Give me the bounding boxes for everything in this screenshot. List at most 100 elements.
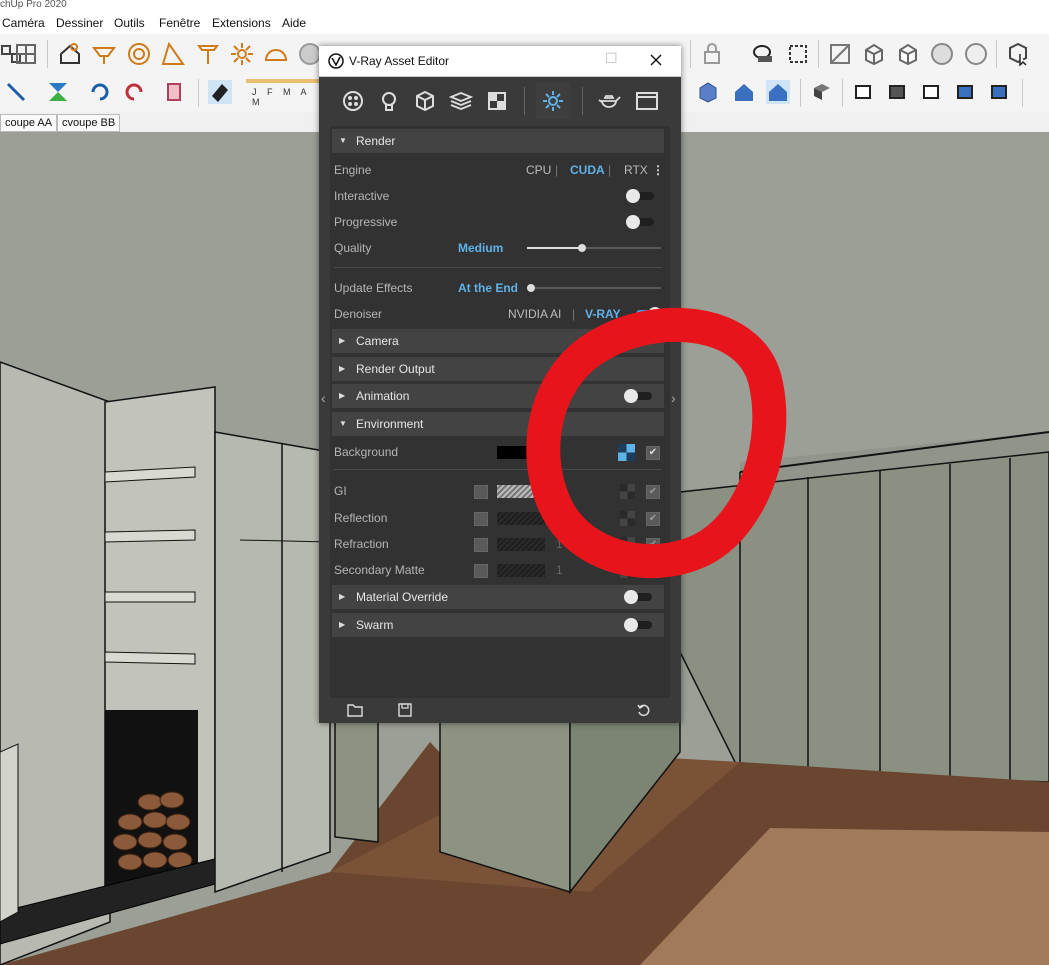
refraction-checkbox[interactable]: ✔ bbox=[646, 538, 660, 552]
progressive-toggle[interactable] bbox=[626, 215, 656, 229]
wireframe-icon[interactable] bbox=[862, 42, 886, 66]
gi-texture-slot[interactable] bbox=[497, 485, 545, 498]
environment-section-header[interactable]: ▼ Environment bbox=[332, 412, 664, 436]
menu-extensions[interactable]: Extensions bbox=[212, 16, 271, 30]
denoiser-nvidia-ai[interactable]: NVIDIA AI bbox=[508, 302, 561, 326]
dome-light-icon[interactable] bbox=[264, 42, 288, 66]
house-selected-icon[interactable] bbox=[766, 80, 790, 104]
render-output-section-header[interactable]: ▶ Render Output bbox=[332, 357, 664, 381]
materials-tab-icon[interactable] bbox=[341, 89, 365, 113]
update-effects-slider-handle[interactable] bbox=[527, 284, 535, 292]
rotate-icon[interactable] bbox=[88, 80, 112, 104]
refraction-override-checkbox[interactable] bbox=[474, 538, 488, 552]
refraction-texture-icon[interactable] bbox=[620, 537, 635, 552]
background-checkbox[interactable]: ✔ bbox=[646, 446, 660, 460]
textures-tab-icon[interactable] bbox=[485, 89, 509, 113]
secondary-matte-override-checkbox[interactable] bbox=[474, 564, 488, 578]
refraction-texture-slot[interactable] bbox=[497, 538, 545, 551]
reflection-override-checkbox[interactable] bbox=[474, 512, 488, 526]
left-view-icon[interactable] bbox=[988, 80, 1012, 104]
material-override-section-header[interactable]: ▶ Material Override bbox=[332, 585, 664, 609]
top-view-icon[interactable] bbox=[852, 80, 876, 104]
house-blue-icon[interactable] bbox=[732, 80, 756, 104]
expand-right-chevron-icon[interactable]: › bbox=[671, 390, 676, 406]
denoiser-toggle[interactable] bbox=[632, 307, 662, 321]
box-blue-icon[interactable] bbox=[696, 80, 720, 104]
close-icon[interactable] bbox=[650, 54, 662, 66]
swarm-section-header[interactable]: ▶ Swarm bbox=[332, 613, 664, 637]
menu-tools[interactable]: Outils bbox=[114, 16, 145, 30]
render-elements-tab-icon[interactable] bbox=[449, 89, 473, 113]
settings-gear-icon[interactable] bbox=[541, 89, 565, 113]
secondary-matte-texture-icon[interactable] bbox=[620, 563, 635, 578]
menu-window[interactable]: Fenêtre bbox=[159, 16, 200, 30]
background-color-swatch[interactable] bbox=[497, 446, 547, 459]
section-plane-icon[interactable] bbox=[752, 42, 776, 66]
menu-draw[interactable]: Dessiner bbox=[56, 16, 103, 30]
open-folder-icon[interactable] bbox=[347, 703, 363, 717]
background-texture-icon[interactable] bbox=[618, 444, 635, 461]
follow-me-icon[interactable] bbox=[46, 80, 70, 104]
reset-icon[interactable] bbox=[637, 703, 651, 717]
denoiser-vray[interactable]: V-RAY bbox=[585, 302, 621, 326]
menu-help[interactable]: Aide bbox=[282, 16, 306, 30]
flip-icon[interactable] bbox=[122, 80, 146, 104]
reflection-texture-icon[interactable] bbox=[620, 511, 635, 526]
lock-icon[interactable] bbox=[700, 42, 724, 66]
scene-tab-coupe-aa[interactable]: coupe AA bbox=[0, 114, 58, 132]
shadow-month-slider[interactable]: J F M A M bbox=[246, 79, 320, 107]
more-options-icon[interactable]: ⋮ bbox=[652, 158, 664, 182]
quality-row: Quality Medium bbox=[334, 236, 664, 260]
save-icon[interactable] bbox=[398, 703, 412, 717]
material-override-toggle[interactable] bbox=[624, 590, 654, 604]
omni-light-icon[interactable] bbox=[230, 42, 254, 66]
spot-light-icon[interactable] bbox=[161, 42, 185, 66]
geometry-tab-icon[interactable] bbox=[413, 89, 437, 113]
front-view-icon[interactable] bbox=[886, 80, 910, 104]
offset-icon[interactable] bbox=[162, 80, 186, 104]
animation-toggle[interactable] bbox=[624, 389, 654, 403]
maximize-button[interactable]: ☐ bbox=[605, 50, 618, 67]
secondary-matte-texture-slot[interactable] bbox=[497, 564, 545, 577]
scale-arrow-icon[interactable] bbox=[4, 80, 28, 104]
textured-icon[interactable] bbox=[964, 42, 988, 66]
outliner-icon[interactable] bbox=[14, 42, 38, 66]
xray-icon[interactable] bbox=[828, 42, 852, 66]
interactive-toggle[interactable] bbox=[626, 189, 656, 203]
shaded-icon[interactable] bbox=[930, 42, 954, 66]
animation-section-header[interactable]: ▶ Animation bbox=[332, 384, 664, 408]
vray-title-bar[interactable]: V-Ray Asset Editor ☐ bbox=[319, 46, 681, 77]
render-section-header[interactable]: ▼ Render bbox=[332, 129, 664, 153]
ies-light-icon[interactable] bbox=[196, 42, 220, 66]
render-teapot-icon[interactable] bbox=[597, 89, 621, 113]
move-section-icon[interactable] bbox=[786, 42, 810, 66]
select-component-icon[interactable] bbox=[1006, 42, 1030, 66]
reflection-checkbox[interactable]: ✔ bbox=[646, 512, 660, 526]
quality-slider-handle[interactable] bbox=[578, 244, 586, 252]
collapse-left-chevron-icon[interactable]: ‹ bbox=[321, 390, 326, 406]
back-view-icon[interactable] bbox=[954, 80, 978, 104]
iso-view-icon[interactable] bbox=[810, 80, 834, 104]
sphere-light-icon[interactable] bbox=[127, 42, 151, 66]
gi-checkbox[interactable]: ✔ bbox=[646, 485, 660, 499]
house-light-icon[interactable] bbox=[58, 42, 82, 66]
engine-rtx[interactable]: RTX bbox=[624, 158, 648, 182]
gi-texture-icon[interactable] bbox=[620, 484, 635, 499]
reflection-texture-slot[interactable] bbox=[497, 512, 545, 525]
hidden-line-icon[interactable] bbox=[896, 42, 920, 66]
update-effects-slider[interactable] bbox=[527, 284, 661, 292]
secondary-matte-checkbox[interactable]: ✔ bbox=[646, 564, 660, 578]
engine-cuda[interactable]: CUDA bbox=[570, 158, 605, 182]
engine-cpu[interactable]: CPU bbox=[526, 158, 551, 182]
shadows-icon[interactable] bbox=[208, 80, 232, 104]
scene-tab-coupe-bb[interactable]: cvoupe BB bbox=[57, 114, 121, 132]
quality-slider[interactable] bbox=[527, 244, 661, 252]
gi-override-checkbox[interactable] bbox=[474, 485, 488, 499]
menu-camera[interactable]: Caméra bbox=[2, 16, 45, 30]
swarm-toggle[interactable] bbox=[624, 618, 654, 632]
lights-tab-icon[interactable] bbox=[377, 89, 401, 113]
plane-light-icon[interactable] bbox=[92, 42, 116, 66]
camera-section-header[interactable]: ▶ Camera bbox=[332, 329, 664, 353]
frame-buffer-icon[interactable] bbox=[635, 89, 659, 113]
right-view-icon[interactable] bbox=[920, 80, 944, 104]
